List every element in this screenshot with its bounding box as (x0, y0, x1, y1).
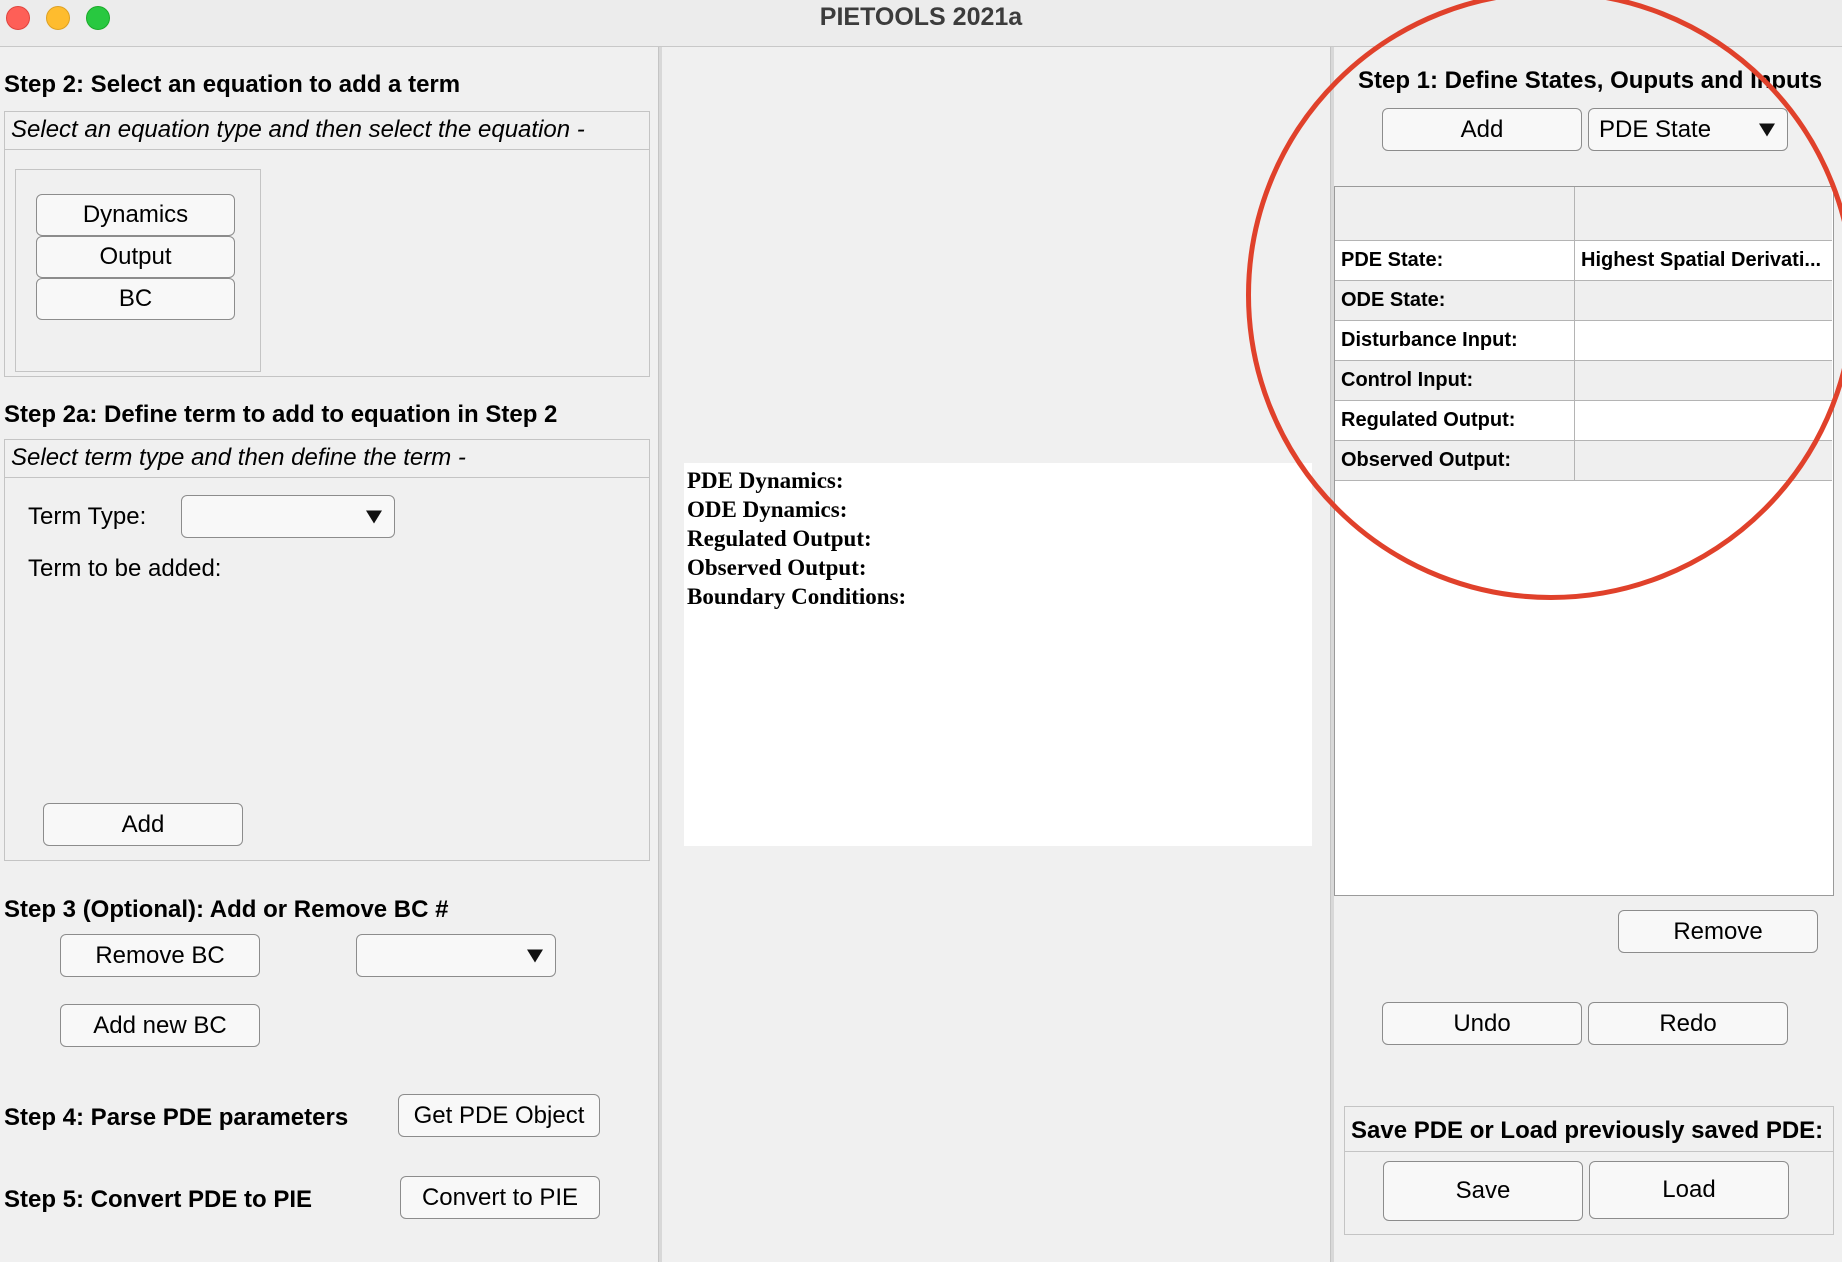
pde-summary-display: PDE Dynamics: ODE Dynamics: Regulated Ou… (684, 463, 1312, 846)
table-row[interactable]: Control Input: (1335, 361, 1832, 401)
equation-type-group: Dynamics Output BC (15, 169, 261, 372)
table-row[interactable]: ODE State: (1335, 281, 1832, 321)
table-row[interactable]: PDE State: Highest Spatial Derivati... (1335, 241, 1832, 281)
term-define-instruction: Select term type and then define the ter… (5, 440, 649, 478)
dynamics-button[interactable]: Dynamics (36, 194, 235, 236)
row-label-regulated-output: Regulated Output: (1335, 401, 1575, 440)
row-label-pde-state: PDE State: (1335, 241, 1575, 280)
save-load-divider (1345, 1151, 1833, 1152)
term-type-label: Term Type: (28, 503, 147, 530)
row-label-disturbance-input: Disturbance Input: (1335, 321, 1575, 360)
table-row[interactable]: Regulated Output: (1335, 401, 1832, 441)
row-label-control-input: Control Input: (1335, 361, 1575, 400)
add-new-bc-button[interactable]: Add new BC (60, 1004, 260, 1047)
undo-button[interactable]: Undo (1382, 1002, 1582, 1045)
step1-heading: Step 1: Define States, Ouputs and Inputs (1358, 67, 1823, 94)
row-value-ode-state[interactable] (1575, 281, 1832, 320)
convert-to-pie-button[interactable]: Convert to PIE (400, 1176, 600, 1219)
row-value-disturbance-input[interactable] (1575, 321, 1832, 360)
term-to-be-added-label: Term to be added: (28, 555, 222, 582)
left-column-divider (658, 47, 662, 1262)
row-value-regulated-output[interactable] (1575, 401, 1832, 440)
bc-number-dropdown[interactable] (356, 934, 556, 977)
state-type-value: PDE State (1599, 115, 1712, 143)
summary-regulated-output: Regulated Output: (687, 526, 872, 551)
term-define-panel: Select term type and then define the ter… (4, 439, 650, 861)
chevron-down-icon (1759, 123, 1775, 136)
save-button[interactable]: Save (1383, 1161, 1583, 1221)
table-header-row (1335, 187, 1832, 241)
step5-heading: Step 5: Convert PDE to PIE (4, 1186, 313, 1213)
table-header-cell (1575, 187, 1832, 240)
summary-pde-dynamics: PDE Dynamics: (687, 468, 844, 493)
remove-bc-button[interactable]: Remove BC (60, 934, 260, 977)
table-row[interactable]: Observed Output: (1335, 441, 1832, 481)
row-value-control-input[interactable] (1575, 361, 1832, 400)
title-bar: PIETOOLS 2021a (0, 0, 1842, 47)
row-label-ode-state: ODE State: (1335, 281, 1575, 320)
step3-heading: Step 3 (Optional): Add or Remove BC # (4, 896, 449, 923)
row-label-observed-output: Observed Output: (1335, 441, 1575, 480)
row-value-pde-state[interactable]: Highest Spatial Derivati... (1575, 241, 1832, 280)
add-term-button[interactable]: Add (43, 803, 243, 846)
summary-boundary-conditions: Boundary Conditions: (687, 584, 907, 609)
term-type-dropdown[interactable] (181, 495, 395, 538)
row-value-observed-output[interactable] (1575, 441, 1832, 480)
summary-ode-dynamics: ODE Dynamics: (687, 497, 848, 522)
chevron-down-icon (527, 949, 543, 962)
step2-heading: Step 2: Select an equation to add a term (4, 71, 461, 98)
get-pde-object-button[interactable]: Get PDE Object (398, 1094, 600, 1137)
summary-observed-output: Observed Output: (687, 555, 867, 580)
window-title: PIETOOLS 2021a (819, 3, 1023, 31)
equation-select-panel: Select an equation type and then select … (4, 111, 650, 377)
equation-select-instruction: Select an equation type and then select … (5, 112, 649, 150)
chevron-down-icon (366, 510, 382, 523)
table-row[interactable]: Disturbance Input: (1335, 321, 1832, 361)
redo-button[interactable]: Redo (1588, 1002, 1788, 1045)
output-button[interactable]: Output (36, 236, 235, 278)
states-table: PDE State: Highest Spatial Derivati... O… (1334, 186, 1834, 896)
table-header-cell (1335, 187, 1575, 240)
step4-heading: Step 4: Parse PDE parameters (4, 1104, 349, 1131)
add-state-button[interactable]: Add (1382, 108, 1582, 151)
bc-button[interactable]: BC (36, 278, 235, 320)
step2a-heading: Step 2a: Define term to add to equation … (4, 401, 558, 428)
remove-state-button[interactable]: Remove (1618, 910, 1818, 953)
state-type-dropdown[interactable]: PDE State (1588, 108, 1788, 151)
load-button[interactable]: Load (1589, 1161, 1789, 1219)
save-load-panel: Save PDE or Load previously saved PDE: S… (1344, 1106, 1834, 1235)
save-load-heading: Save PDE or Load previously saved PDE: (1351, 1117, 1824, 1144)
